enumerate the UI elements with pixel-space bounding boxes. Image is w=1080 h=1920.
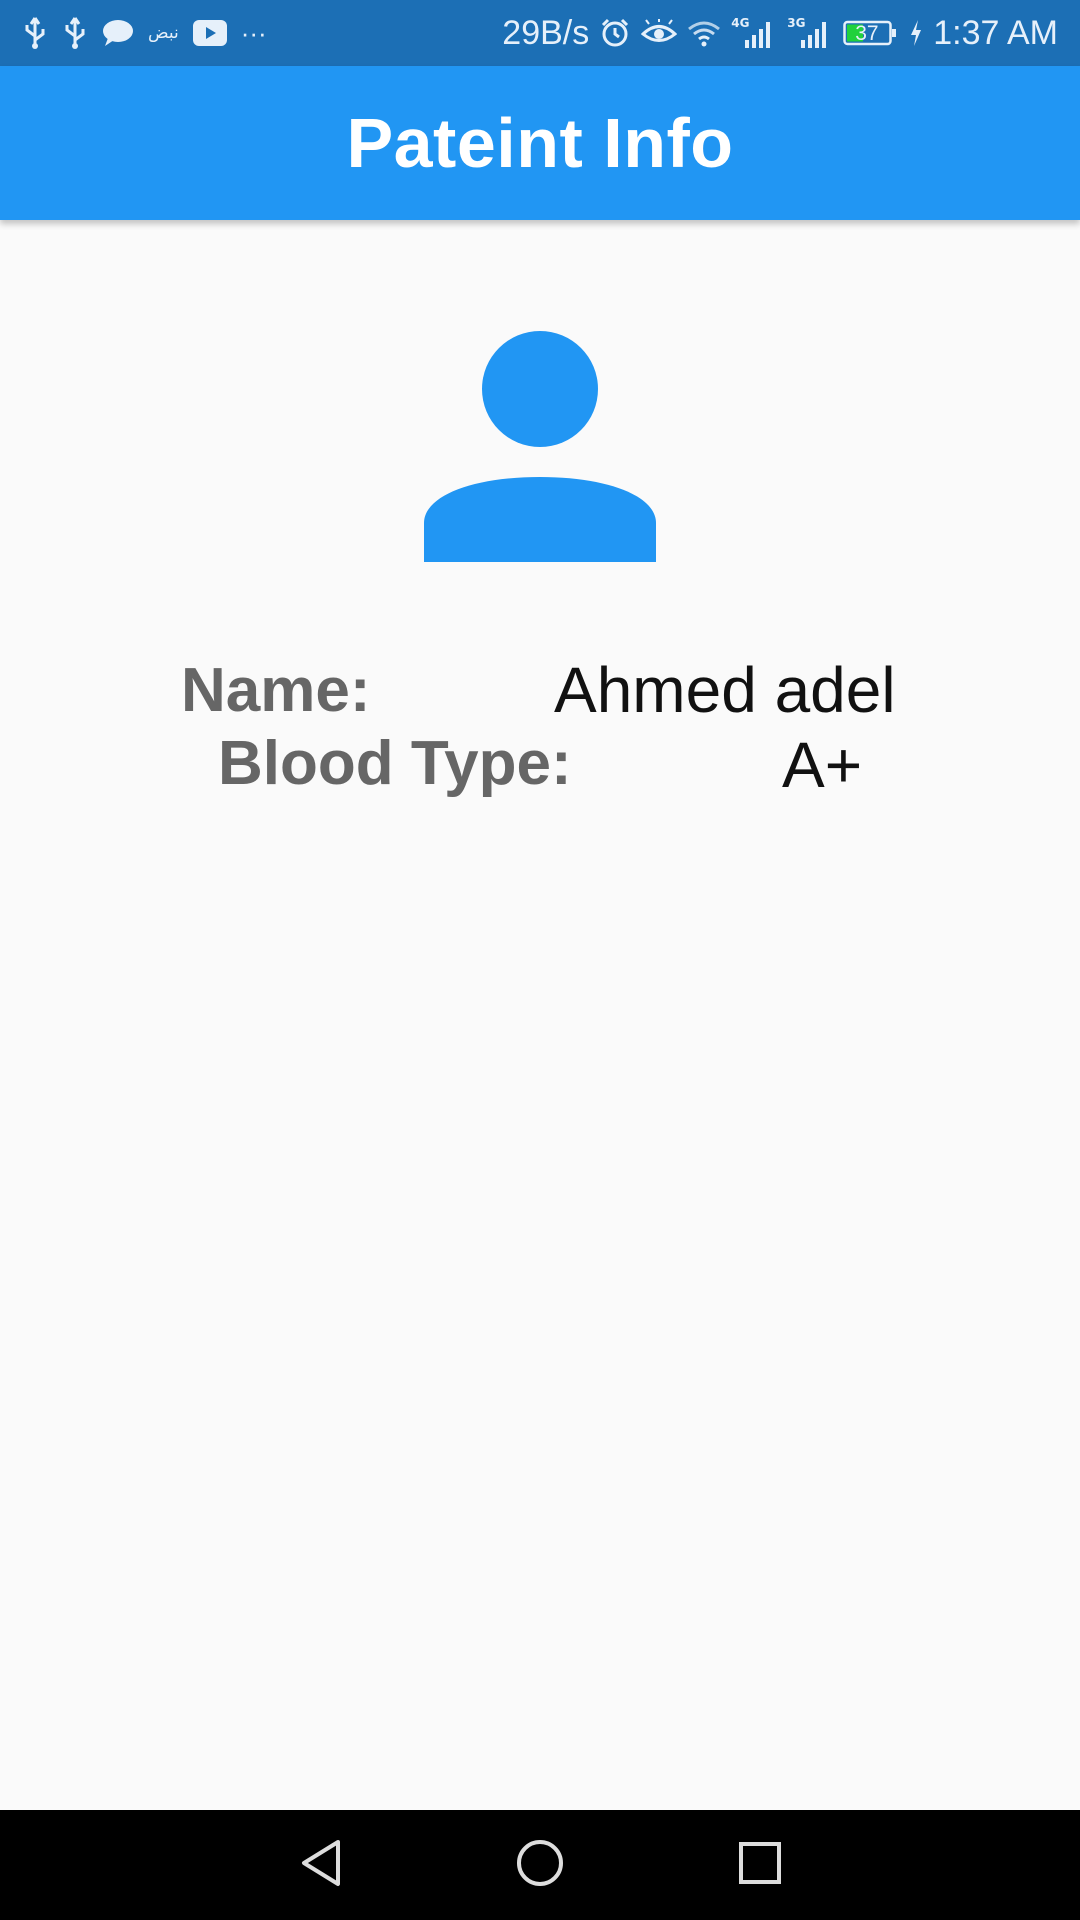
network-speed: 29B/s [502,14,590,52]
name-label: Name: [181,656,371,725]
status-bar-right: 29B/s 4G 3G 37 1:37 AM [502,0,1058,66]
signal-icon: 4G [731,16,777,48]
status-bar-left: نبض ··· [22,0,267,66]
app-notification-text: نبض [148,23,179,43]
recents-button[interactable] [700,1810,820,1920]
blood-type-value: A+ [782,729,863,801]
home-button[interactable] [480,1810,600,1920]
eye-icon [641,19,678,47]
youtube-icon [192,20,227,46]
signal-icon: 3G [787,16,833,48]
navigation-bar [0,1810,1080,1920]
home-icon [515,1838,565,1893]
usb-icon [62,16,88,50]
recents-icon [738,1841,782,1890]
clock: 1:37 AM [933,14,1058,52]
name-value: Ahmed adel [554,654,896,726]
back-icon [298,1838,344,1893]
blood-type-label: Blood Type: [218,729,572,798]
back-button[interactable] [261,1810,381,1920]
battery-level: 37 [855,22,879,45]
wifi-icon [687,19,721,47]
network-type-4g: 4G [731,16,750,30]
usb-icon [22,16,48,50]
person-icon [424,330,656,562]
app-bar: Pateint Info [0,66,1080,220]
network-type-3g: 3G [787,16,806,30]
charging-icon [909,19,923,47]
status-bar: نبض ··· 29B/s 4G 3G 37 1:37 AM [0,0,1080,66]
more-icon: ··· [240,18,267,48]
alarm-icon [599,17,631,49]
page-title: Pateint Info [346,104,734,182]
chat-bubble-icon [102,18,134,48]
battery-icon: 37 [843,19,899,47]
